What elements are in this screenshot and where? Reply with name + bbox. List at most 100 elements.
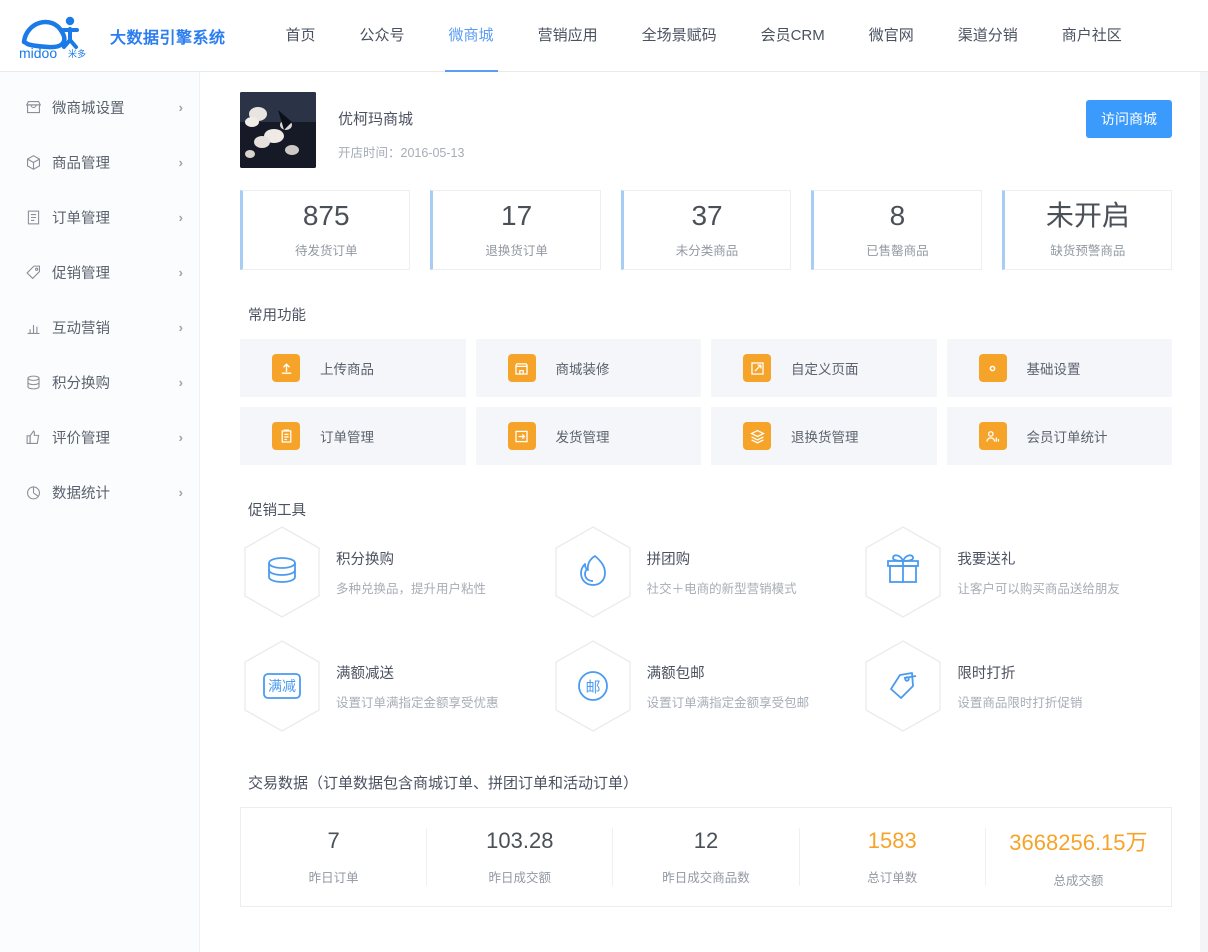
function-label: 基础设置 (1026, 362, 1081, 377)
promo-name: 我要送礼 (957, 551, 1016, 568)
visit-shop-button[interactable]: 访问商城 (1086, 100, 1172, 138)
function-custom-page[interactable]: 自定义页面 (711, 339, 937, 397)
promo-desc: 设置商品限时打折促销 (957, 695, 1083, 710)
chevron-right-icon: › (178, 485, 183, 500)
stat-label: 未分类商品 (675, 244, 739, 259)
sidebar-item-label: 微商城设置 (52, 101, 125, 117)
promo-limited-discount[interactable]: 限时打折 设置商品限时打折促销 (861, 638, 1172, 734)
stat-card-sold-out[interactable]: 8 已售罄商品 (811, 190, 982, 270)
sidebar-item-label: 订单管理 (52, 211, 110, 227)
trade-value: 1583 (867, 828, 917, 853)
chevron-right-icon: › (178, 155, 183, 170)
chevron-right-icon: › (178, 320, 183, 335)
stat-card-row: 875 待发货订单 17 退换货订单 37 未分类商品 8 已售罄商品 未开启 (240, 190, 1180, 270)
nav-item-full-scene-coding[interactable]: 全场景赋码 (620, 0, 739, 72)
promo-desc: 让客户可以购买商品送给朋友 (957, 581, 1120, 596)
bar-chart-icon (24, 319, 42, 337)
sidebar-item-data-statistics[interactable]: 数据统计 › (0, 465, 199, 520)
nav-item-home[interactable]: 首页 (264, 0, 338, 72)
sidebar-item-label: 积分换购 (52, 376, 110, 392)
nav-item-micro-mall[interactable]: 微商城 (427, 0, 516, 72)
trade-value: 3668256.15万 (1009, 830, 1148, 855)
sidebar-item-order-management[interactable]: 订单管理 › (0, 190, 199, 245)
nav-item-micro-site[interactable]: 微官网 (847, 0, 936, 72)
promo-tools-grid: 积分换购 多种兑换品，提升用户粘性 拼团购 社交＋电商的新型营销模式 我要送礼 … (240, 524, 1180, 734)
promo-desc: 多种兑换品，提升用户粘性 (336, 581, 487, 596)
shop-name: 优柯玛商城 (338, 111, 414, 128)
function-label: 自定义页面 (791, 362, 859, 377)
sidebar-item-promotion-management[interactable]: 促销管理 › (0, 245, 199, 300)
stat-value: 17 (501, 199, 533, 231)
nav-item-merchant-community[interactable]: 商户社区 (1040, 0, 1144, 72)
trade-value: 103.28 (486, 828, 554, 853)
database-icon (24, 374, 42, 392)
shop-thumbnail (240, 92, 316, 168)
thumbs-up-icon (24, 429, 42, 447)
brand-logo[interactable]: midoo 米多 大数据引擎系统 (18, 12, 226, 60)
stat-value: 875 (302, 199, 350, 231)
promo-tools-title: 促销工具 (248, 503, 306, 519)
function-label: 订单管理 (320, 430, 374, 445)
promo-desc: 社交＋电商的新型营销模式 (646, 581, 797, 596)
function-upload-product[interactable]: 上传商品 (240, 339, 466, 397)
trade-label: 总成交额 (1053, 874, 1104, 888)
nav-item-member-crm[interactable]: 会员CRM (739, 0, 847, 72)
nav-item-marketing-apps[interactable]: 营销应用 (516, 0, 620, 72)
sidebar-item-review-management[interactable]: 评价管理 › (0, 410, 199, 465)
stat-label: 退换货订单 (485, 244, 548, 259)
function-label: 商城装修 (555, 362, 610, 377)
trade-label: 总订单数 (867, 871, 918, 885)
hexagon-frame (240, 524, 324, 620)
stat-label: 已售罄商品 (866, 244, 929, 259)
clipboard-icon (272, 422, 300, 450)
nav-item-channel-distribution[interactable]: 渠道分销 (936, 0, 1040, 72)
function-basic-settings[interactable]: 基础设置 (946, 339, 1172, 397)
promo-desc: 设置订单满指定金额享受优惠 (336, 695, 499, 710)
shop-open-date: 开店时间：2016-05-13 (338, 146, 465, 160)
stat-label: 缺货预警商品 (1050, 244, 1126, 259)
trade-data-title: 交易数据（订单数据包含商城订单、拼团订单和活动订单） (248, 772, 1180, 793)
promo-name: 拼团购 (646, 551, 691, 568)
function-label: 退换货管理 (791, 430, 859, 445)
stat-card-pending-shipment[interactable]: 875 待发货订单 (240, 190, 411, 270)
promo-name: 限时打折 (957, 665, 1016, 682)
stat-value: 37 (691, 199, 723, 231)
stat-label: 待发货订单 (294, 244, 358, 259)
stat-card-stock-alert[interactable]: 未开启 缺货预警商品 (1001, 190, 1173, 270)
function-label: 会员订单统计 (1026, 430, 1108, 445)
edit-icon (743, 354, 771, 382)
chevron-right-icon: › (178, 265, 183, 280)
sidebar-item-points-exchange[interactable]: 积分换购 › (0, 355, 199, 410)
nav-item-official-account[interactable]: 公众号 (338, 0, 427, 72)
trade-cell-yesterday-items: 12 昨日成交商品数 (613, 828, 800, 886)
list-icon (24, 209, 42, 227)
promo-group-buy[interactable]: 拼团购 社交＋电商的新型营销模式 (551, 524, 862, 620)
promo-points-exchange[interactable]: 积分换购 多种兑换品，提升用户粘性 (240, 524, 551, 620)
stat-card-uncategorized[interactable]: 37 未分类商品 (620, 190, 792, 270)
brand-title: 大数据引擎系统 (110, 29, 226, 47)
hexagon-frame: 满减 (240, 638, 324, 734)
store-icon (507, 354, 536, 382)
promo-full-reduction[interactable]: 满减 满额减送 设置订单满指定金额享受优惠 (240, 638, 551, 734)
sidebar: 微商城设置 › 商品管理 › 订单管理 › 促销管理 › 互动营销 › 积分换购… (0, 72, 200, 952)
svg-text:邮: 邮 (585, 679, 600, 696)
promo-send-gift[interactable]: 我要送礼 让客户可以购买商品送给朋友 (861, 524, 1172, 620)
stat-value: 未开启 (1045, 199, 1130, 231)
function-order-management[interactable]: 订单管理 (240, 407, 466, 465)
trade-data-subtitle: （订单数据包含商城订单、拼团订单和活动订单） (308, 775, 639, 792)
sidebar-item-label: 互动营销 (52, 321, 110, 337)
trade-label: 昨日成交额 (488, 871, 552, 885)
sidebar-item-product-management[interactable]: 商品管理 › (0, 135, 199, 190)
upload-icon (272, 354, 300, 382)
promo-free-shipping[interactable]: 邮 满额包邮 设置订单满指定金额享受包邮 (551, 638, 862, 734)
trade-cell-yesterday-amount: 103.28 昨日成交额 (427, 828, 614, 886)
function-return-management[interactable]: 退换货管理 (711, 407, 937, 465)
sidebar-item-interactive-marketing[interactable]: 互动营销 › (0, 300, 199, 355)
function-shipping-management[interactable]: 发货管理 (475, 407, 701, 465)
sidebar-item-mall-settings[interactable]: 微商城设置 › (0, 80, 199, 135)
tag-icon (24, 264, 42, 282)
stat-card-returns[interactable]: 17 退换货订单 (430, 190, 601, 270)
function-mall-decoration[interactable]: 商城装修 (475, 339, 701, 397)
function-member-order-stats[interactable]: 会员订单统计 (946, 407, 1172, 465)
promo-desc: 设置订单满指定金额享受包邮 (646, 695, 810, 710)
